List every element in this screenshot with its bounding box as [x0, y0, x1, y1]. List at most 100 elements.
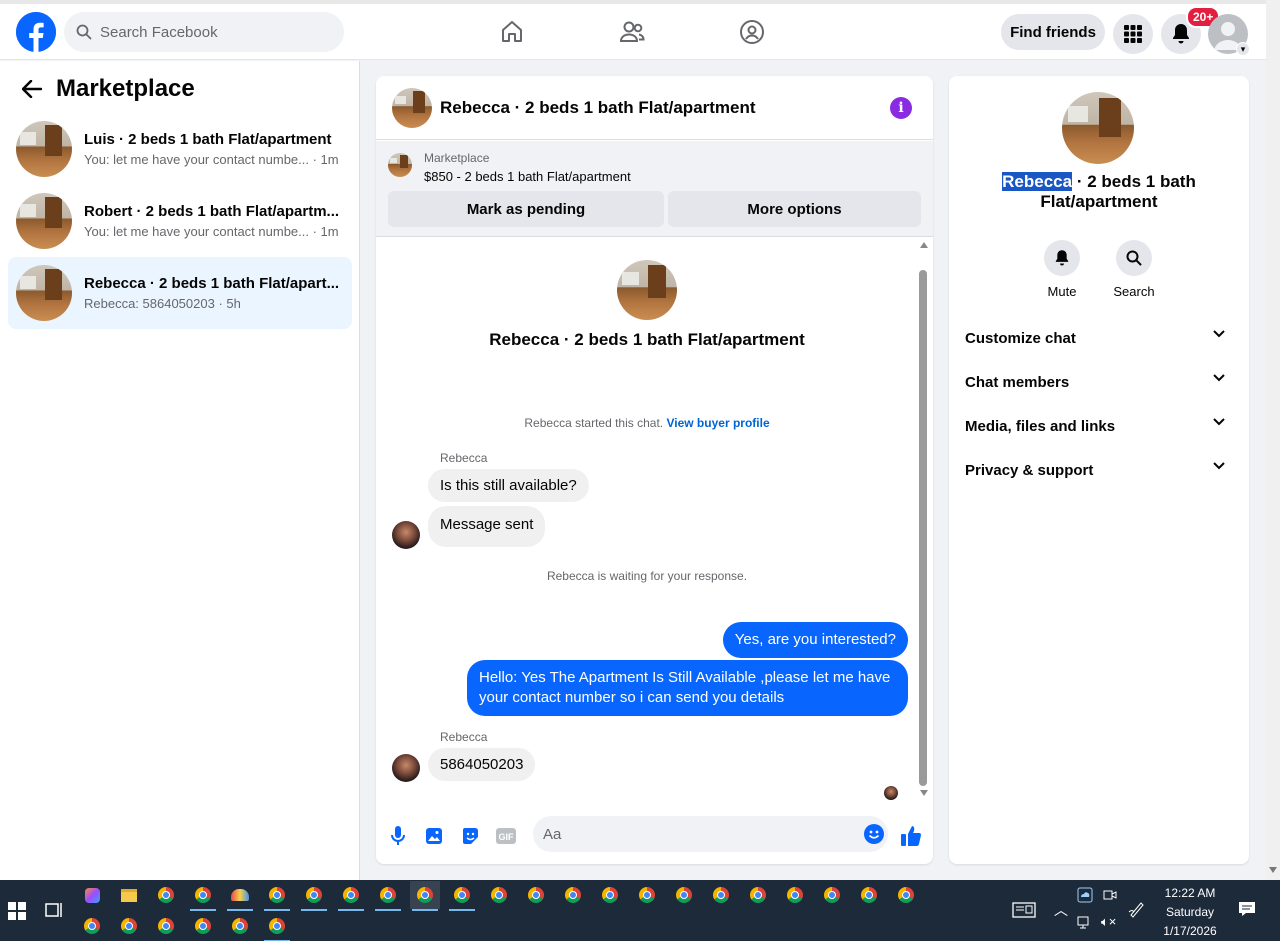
- message-input[interactable]: [543, 825, 843, 843]
- news-widget-icon[interactable]: [1012, 902, 1036, 918]
- chevron-down-icon[interactable]: ▾: [1236, 42, 1250, 56]
- mark-as-pending-button[interactable]: Mark as pending: [388, 191, 664, 227]
- listing-bar: Marketplace $850 - 2 beds 1 bath Flat/ap…: [376, 141, 933, 237]
- chrome-taskbar-icon[interactable]: [151, 912, 181, 940]
- info-thumbnail[interactable]: [1062, 92, 1134, 164]
- folder-taskbar-icon[interactable]: [114, 881, 144, 909]
- emoji-icon[interactable]: [864, 824, 884, 844]
- camera-icon[interactable]: [1103, 887, 1117, 903]
- message-input-field[interactable]: [533, 816, 888, 852]
- thumbs-up-icon[interactable]: [897, 822, 925, 850]
- incoming-message[interactable]: 5864050203: [428, 748, 536, 781]
- scrollbar-thumb[interactable]: [919, 270, 927, 786]
- more-options-button[interactable]: More options: [668, 191, 921, 227]
- chrome-taskbar-icon[interactable]: [706, 881, 736, 909]
- chrome-taskbar-icon[interactable]: [151, 881, 181, 909]
- conversation-item-robert[interactable]: Robert · 2 beds 1 bath Flat/apartm... Yo…: [8, 185, 352, 257]
- scroll-down-arrow-icon[interactable]: [1269, 867, 1277, 873]
- chrome-taskbar-icon[interactable]: [632, 881, 662, 909]
- sidebar-title: Marketplace: [56, 75, 195, 102]
- chrome-taskbar-icon[interactable]: [817, 881, 847, 909]
- task-view-icon[interactable]: [44, 900, 64, 920]
- volume-muted-icon[interactable]: 🔈︎×: [1101, 914, 1116, 930]
- chat-scrollbar[interactable]: [916, 240, 930, 800]
- scroll-down-arrow-icon[interactable]: [920, 790, 928, 796]
- chrome-taskbar-icon[interactable]: [521, 881, 551, 909]
- chrome-taskbar-icon[interactable]: [743, 881, 773, 909]
- chrome-taskbar-icon[interactable]: [558, 881, 588, 909]
- onedrive-icon[interactable]: [1077, 887, 1093, 903]
- incoming-message[interactable]: Is this still available?: [428, 469, 589, 502]
- accordion-media-files-links[interactable]: Media, files and links: [957, 406, 1241, 446]
- incoming-message[interactable]: Message sent: [428, 506, 546, 547]
- chrome-taskbar-icon[interactable]: [410, 881, 440, 911]
- message-composer: GIF: [376, 816, 933, 856]
- chrome-taskbar-icon[interactable]: [484, 881, 514, 909]
- mute-button[interactable]: Mute: [1032, 240, 1092, 299]
- chrome-taskbar-icon[interactable]: [595, 881, 625, 909]
- outgoing-message[interactable]: Hello: Yes The Apartment Is Still Availa…: [467, 660, 908, 716]
- mute-bell-icon[interactable]: [1044, 240, 1080, 276]
- chrome-taskbar-icon[interactable]: [299, 881, 329, 911]
- sender-avatar[interactable]: [392, 754, 420, 782]
- facebook-logo-icon[interactable]: [16, 12, 56, 52]
- accordion-customize-chat[interactable]: Customize chat: [957, 318, 1241, 358]
- chrome-taskbar-icon[interactable]: [447, 881, 477, 911]
- network-icon[interactable]: [1077, 916, 1093, 930]
- search-icon[interactable]: [1116, 240, 1152, 276]
- chrome-taskbar-icon[interactable]: [336, 881, 366, 911]
- scroll-up-arrow-icon[interactable]: [920, 242, 928, 248]
- mute-label: Mute: [1047, 284, 1077, 299]
- gif-icon[interactable]: GIF: [492, 822, 520, 850]
- sender-name: Rebecca: [440, 730, 488, 744]
- menu-grid-icon[interactable]: [1113, 14, 1153, 54]
- chrome-taskbar-icon[interactable]: [262, 881, 292, 911]
- view-buyer-profile-link[interactable]: View buyer profile: [666, 416, 769, 430]
- chrome-taskbar-icon[interactable]: [262, 912, 292, 941]
- groups-icon[interactable]: [736, 16, 768, 48]
- paint-taskbar-icon[interactable]: [225, 881, 255, 911]
- accordion-chat-members[interactable]: Chat members: [957, 362, 1241, 402]
- back-arrow-icon[interactable]: [16, 73, 48, 105]
- listing-thumbnail: [16, 193, 72, 249]
- intro-title: Rebecca · 2 beds 1 bath Flat/apartment: [489, 330, 805, 349]
- photo-icon[interactable]: [420, 822, 448, 850]
- chrome-taskbar-icon[interactable]: [225, 912, 255, 940]
- listing-price[interactable]: $850 - 2 beds 1 bath Flat/apartment: [424, 169, 631, 184]
- find-friends-button[interactable]: Find friends: [1001, 14, 1105, 50]
- chat-header-thumbnail[interactable]: [392, 87, 432, 128]
- chrome-taskbar-icon[interactable]: [891, 881, 921, 909]
- friends-icon[interactable]: [616, 16, 648, 48]
- system-clock[interactable]: 12:22 AM Saturday 1/17/2026: [1150, 884, 1230, 941]
- search-bar[interactable]: [64, 12, 344, 52]
- chrome-taskbar-icon[interactable]: [669, 881, 699, 909]
- chrome-taskbar-icon[interactable]: [114, 912, 144, 940]
- home-icon[interactable]: [496, 16, 528, 48]
- chrome-taskbar-icon[interactable]: [77, 912, 107, 940]
- notification-center-icon[interactable]: [1238, 900, 1256, 918]
- outgoing-message[interactable]: Yes, are you interested?: [722, 622, 908, 658]
- search-conversation-button[interactable]: Search: [1104, 240, 1164, 299]
- pen-icon[interactable]: [1128, 900, 1146, 918]
- chrome-taskbar-icon[interactable]: [188, 912, 218, 940]
- accordion-privacy-support[interactable]: Privacy & support: [957, 450, 1241, 490]
- chrome-taskbar-icon[interactable]: [854, 881, 884, 909]
- windows-start-icon[interactable]: [8, 902, 26, 920]
- window-scrollbar[interactable]: [1266, 0, 1280, 880]
- tray-chevron-up-icon[interactable]: ︿: [1054, 900, 1068, 920]
- copilot-taskbar-icon[interactable]: [77, 881, 107, 909]
- sticker-icon[interactable]: [456, 822, 484, 850]
- chrome-taskbar-icon[interactable]: [188, 881, 218, 911]
- sender-avatar[interactable]: [392, 521, 420, 549]
- listing-thumbnail[interactable]: [388, 153, 412, 177]
- search-input[interactable]: [100, 23, 320, 41]
- info-icon[interactable]: i: [890, 97, 912, 119]
- chrome-taskbar-icon[interactable]: [780, 881, 810, 909]
- conversation-item-rebecca[interactable]: Rebecca · 2 beds 1 bath Flat/apart... Re…: [8, 257, 352, 329]
- chat-header-title[interactable]: Rebecca · 2 beds 1 bath Flat/apartment: [440, 98, 756, 118]
- listing-label: Marketplace: [424, 151, 490, 165]
- chrome-taskbar-icon[interactable]: [373, 881, 403, 911]
- chat-header: Rebecca · 2 beds 1 bath Flat/apartment i: [376, 76, 933, 140]
- microphone-icon[interactable]: [384, 822, 412, 850]
- conversation-item-luis[interactable]: Luis · 2 beds 1 bath Flat/apartment You:…: [8, 113, 352, 185]
